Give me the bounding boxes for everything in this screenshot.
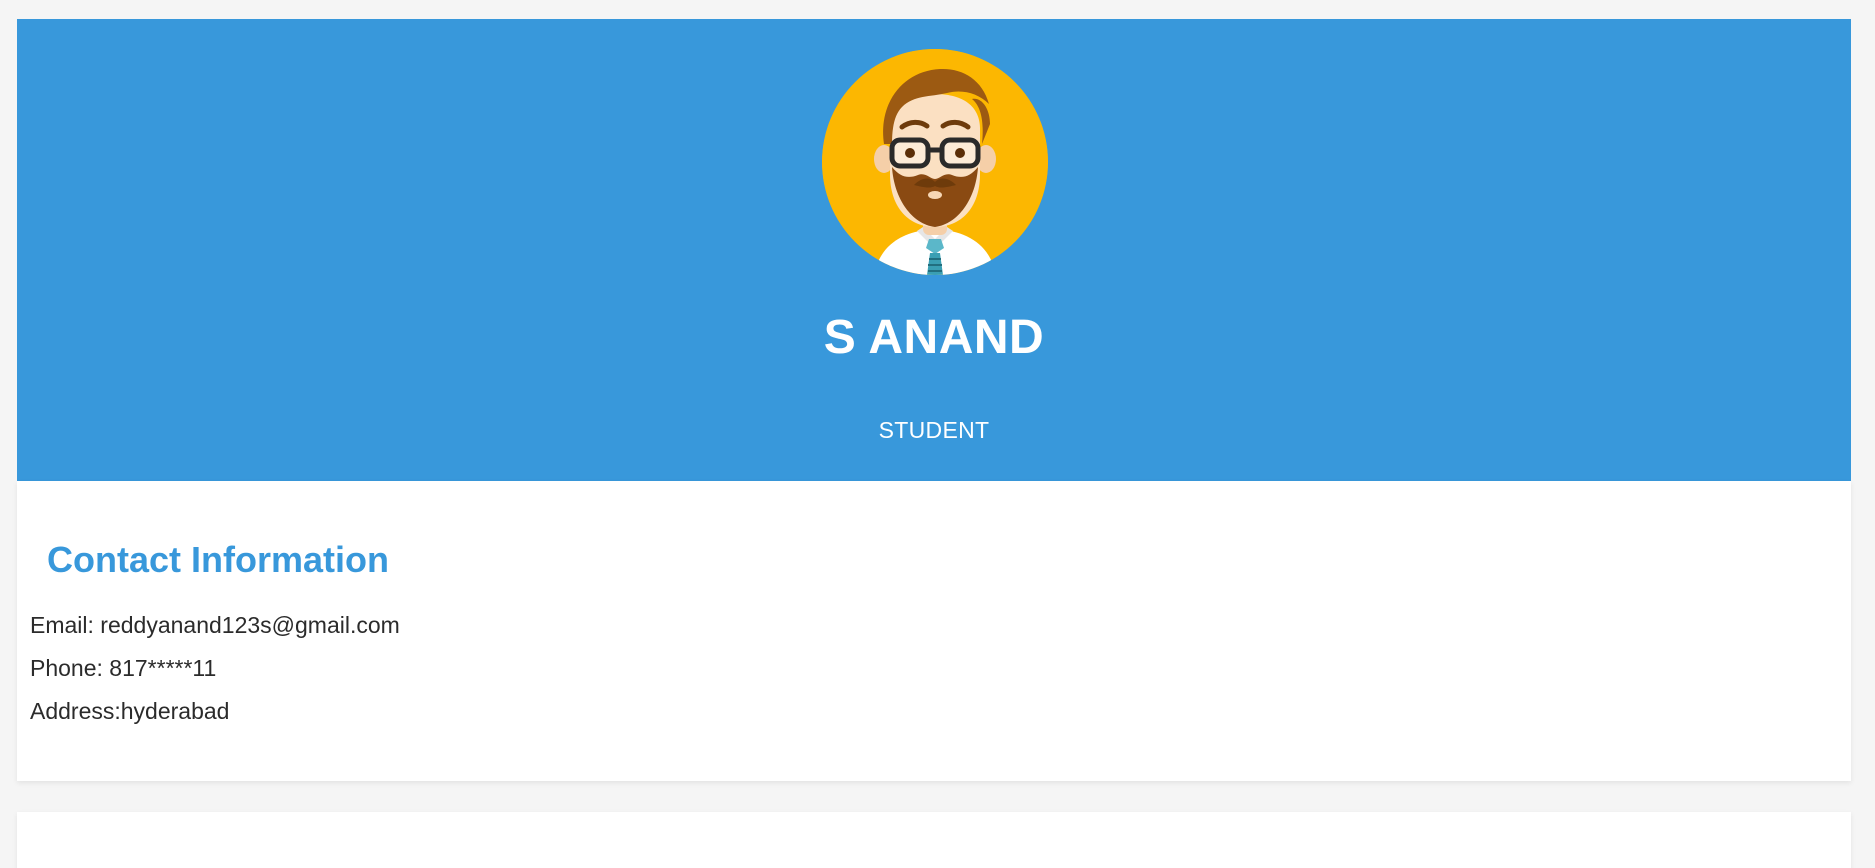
next-section-card xyxy=(17,812,1851,868)
profile-header: S ANAND STUDENT xyxy=(17,19,1851,481)
profile-role: STUDENT xyxy=(878,417,990,443)
profile-name: S ANAND xyxy=(823,311,1045,364)
contact-email: Email: reddyanand123s@gmail.com xyxy=(30,612,400,638)
contact-phone: Phone: 817*****11 xyxy=(30,655,217,681)
avatar xyxy=(822,49,1048,275)
profile-page: S ANAND STUDENT Contact Information Emai… xyxy=(0,0,1875,868)
contact-title: Contact Information xyxy=(47,539,389,580)
bearded-man-avatar-icon xyxy=(822,49,1048,275)
contact-address: Address:hyderabad xyxy=(30,698,230,724)
